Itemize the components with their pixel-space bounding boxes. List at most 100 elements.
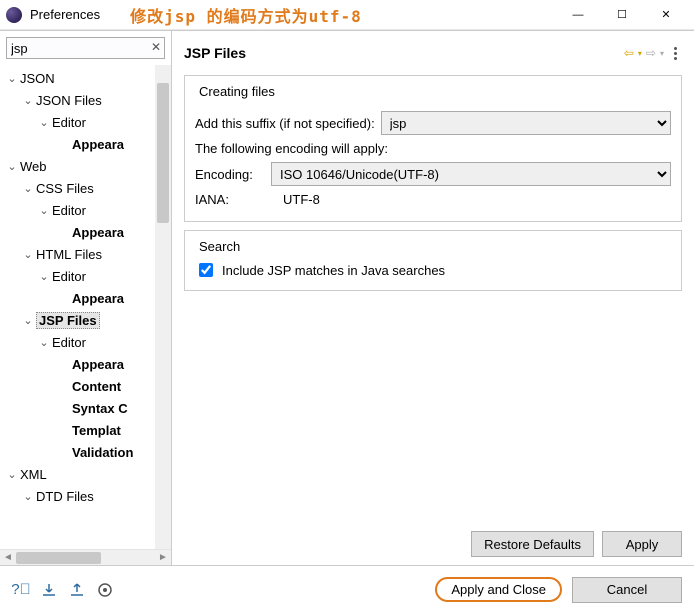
tree-item-label: JSON Files: [36, 93, 102, 108]
chevron-down-icon[interactable]: ⌄: [22, 314, 34, 327]
tree-item[interactable]: ⌄Editor: [0, 265, 171, 287]
tree-item-label: Editor: [52, 269, 86, 284]
chevron-down-icon[interactable]: ⌄: [22, 182, 34, 195]
nav-forward-icon[interactable]: ⇨: [646, 46, 656, 60]
iana-value: UTF-8: [283, 192, 320, 207]
scroll-right-icon[interactable]: ►: [155, 552, 171, 563]
import-icon[interactable]: [40, 581, 58, 599]
tree-item[interactable]: ⌄Editor: [0, 199, 171, 221]
minimize-button[interactable]: —: [556, 1, 600, 29]
iana-row: IANA: UTF-8: [195, 192, 671, 207]
content-buttons: Restore Defaults Apply: [184, 523, 682, 565]
nav-back-menu-icon[interactable]: ▾: [638, 49, 642, 58]
group-title-creating: Creating files: [195, 84, 279, 99]
iana-label: IANA:: [195, 192, 265, 207]
annotation-text: 修改jsp 的编码方式为utf-8: [130, 3, 362, 27]
tree-item[interactable]: Appeara: [0, 287, 171, 309]
nav-arrows: ⇦ ▾ ⇨ ▾: [624, 46, 682, 60]
tree-item[interactable]: Content: [0, 375, 171, 397]
tree-item[interactable]: Templat: [0, 419, 171, 441]
apply-and-close-button[interactable]: Apply and Close: [435, 577, 562, 602]
tree-item[interactable]: ⌄DTD Files: [0, 485, 171, 507]
tree-item-label: Content: [72, 379, 121, 394]
tree-item-label: Appeara: [72, 137, 124, 152]
tree-item-label: CSS Files: [36, 181, 94, 196]
tree-item-label: JSP Files: [36, 312, 100, 329]
tree-item[interactable]: ⌄Editor: [0, 111, 171, 133]
oomph-icon[interactable]: [96, 581, 114, 599]
restore-defaults-button[interactable]: Restore Defaults: [471, 531, 594, 557]
clear-filter-icon[interactable]: ✕: [151, 40, 161, 54]
chevron-down-icon[interactable]: ⌄: [38, 204, 50, 217]
preference-tree[interactable]: ⌄JSON⌄JSON Files⌄EditorAppeara⌄Web⌄CSS F…: [0, 65, 171, 549]
view-menu-icon[interactable]: [668, 46, 682, 60]
tree-item-label: Templat: [72, 423, 121, 438]
tree-item-label: Editor: [52, 203, 86, 218]
tree-item[interactable]: Appeara: [0, 133, 171, 155]
include-jsp-row: Include JSP matches in Java searches: [195, 260, 671, 280]
tree-item[interactable]: Validation: [0, 441, 171, 463]
scroll-thumb[interactable]: [157, 83, 169, 223]
chevron-down-icon[interactable]: ⌄: [6, 468, 18, 481]
tree-item[interactable]: Appeara: [0, 221, 171, 243]
tree-scrollbar[interactable]: [155, 65, 171, 549]
tree-item-label: Syntax C: [72, 401, 128, 416]
chevron-down-icon[interactable]: ⌄: [22, 94, 34, 107]
tree-item-label: XML: [20, 467, 47, 482]
chevron-down-icon[interactable]: ⌄: [38, 116, 50, 129]
chevron-down-icon[interactable]: ⌄: [38, 336, 50, 349]
tree-item[interactable]: ⌄Editor: [0, 331, 171, 353]
hscroll-track[interactable]: [16, 552, 155, 564]
tree-item[interactable]: ⌄Web: [0, 155, 171, 177]
help-icon[interactable]: ?⃝: [12, 581, 30, 599]
hscroll-thumb[interactable]: [16, 552, 101, 564]
tree-item[interactable]: ⌄XML: [0, 463, 171, 485]
tree-item-label: Editor: [52, 115, 86, 130]
page-title: JSP Files: [184, 45, 246, 61]
include-jsp-checkbox[interactable]: [199, 263, 213, 277]
nav-forward-menu-icon[interactable]: ▾: [660, 49, 664, 58]
cancel-button[interactable]: Cancel: [572, 577, 682, 603]
include-jsp-label: Include JSP matches in Java searches: [222, 263, 445, 278]
suffix-combo[interactable]: jsp: [381, 111, 671, 135]
tree-item[interactable]: Syntax C: [0, 397, 171, 419]
content-pane: JSP Files ⇦ ▾ ⇨ ▾ Creating files Add thi…: [172, 31, 694, 565]
apply-button[interactable]: Apply: [602, 531, 682, 557]
tree-item-label: Editor: [52, 335, 86, 350]
tree-item-label: Web: [20, 159, 47, 174]
encoding-note: The following encoding will apply:: [195, 141, 671, 156]
tree-item-label: HTML Files: [36, 247, 102, 262]
tree-item-label: Appeara: [72, 291, 124, 306]
tree-item-label: Appeara: [72, 225, 124, 240]
encoding-combo[interactable]: ISO 10646/Unicode(UTF-8): [271, 162, 671, 186]
content-header: JSP Files ⇦ ▾ ⇨ ▾: [184, 39, 682, 67]
footer-buttons: Apply and Close Cancel: [435, 577, 682, 603]
tree-item[interactable]: ⌄JSON Files: [0, 89, 171, 111]
scroll-left-icon[interactable]: ◄: [0, 552, 16, 563]
tree-item-label: Validation: [72, 445, 133, 460]
titlebar: Preferences 修改jsp 的编码方式为utf-8 — ☐ ✕: [0, 0, 694, 30]
export-icon[interactable]: [68, 581, 86, 599]
close-button[interactable]: ✕: [644, 1, 688, 29]
chevron-down-icon[interactable]: ⌄: [6, 72, 18, 85]
tree-item[interactable]: ⌄CSS Files: [0, 177, 171, 199]
tree-item[interactable]: ⌄HTML Files: [0, 243, 171, 265]
tree-item-label: Appeara: [72, 357, 124, 372]
maximize-button[interactable]: ☐: [600, 1, 644, 29]
tree-item[interactable]: ⌄JSON: [0, 67, 171, 89]
window-title: Preferences: [30, 7, 100, 22]
chevron-down-icon[interactable]: ⌄: [38, 270, 50, 283]
chevron-down-icon[interactable]: ⌄: [6, 160, 18, 173]
filter-input[interactable]: [6, 37, 165, 59]
chevron-down-icon[interactable]: ⌄: [22, 248, 34, 261]
chevron-down-icon[interactable]: ⌄: [22, 490, 34, 503]
tree-hscrollbar[interactable]: ◄ ►: [0, 549, 171, 565]
eclipse-icon: [6, 7, 22, 23]
search-group: Search Include JSP matches in Java searc…: [184, 230, 682, 291]
tree-item[interactable]: Appeara: [0, 353, 171, 375]
nav-back-icon[interactable]: ⇦: [624, 46, 634, 60]
tree-item[interactable]: ⌄JSP Files: [0, 309, 171, 331]
encoding-label: Encoding:: [195, 167, 265, 182]
sidebar: ✕ ⌄JSON⌄JSON Files⌄EditorAppeara⌄Web⌄CSS…: [0, 31, 172, 565]
suffix-row: Add this suffix (if not specified): jsp: [195, 111, 671, 135]
